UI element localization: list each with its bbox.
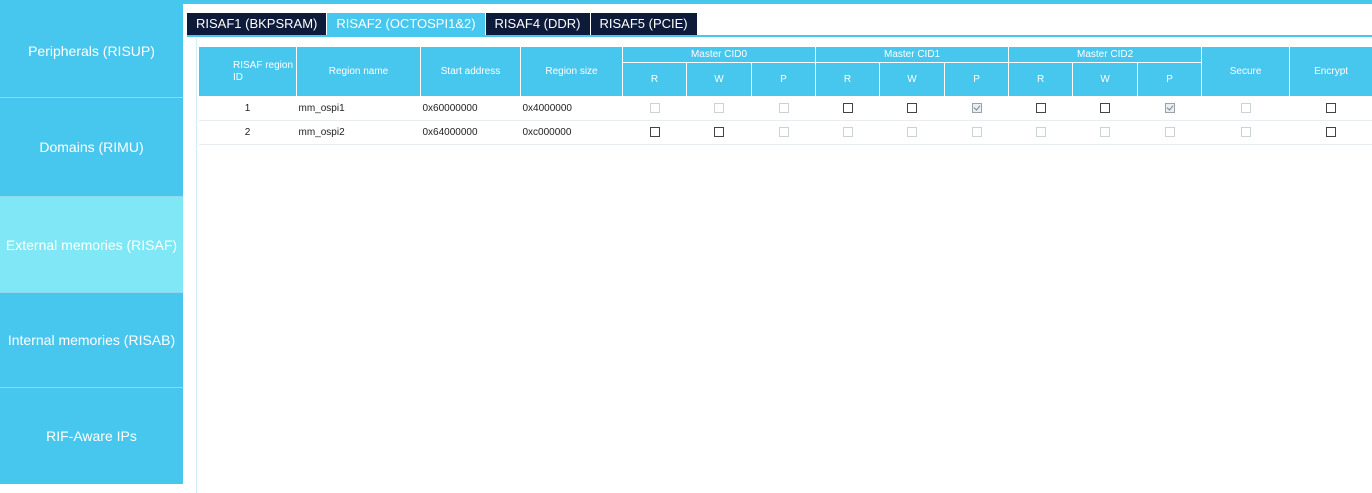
checkbox-cid0-r[interactable] xyxy=(649,127,660,138)
checkbox-secure[interactable] xyxy=(1240,103,1251,114)
checkbox-cid0-r[interactable] xyxy=(649,103,660,114)
checkbox-cid1-p[interactable] xyxy=(971,127,982,138)
tab-risaf5[interactable]: RISAF5 (PCIE) xyxy=(590,13,698,35)
risaf-region-table: RISAF region ID Region name Start addres… xyxy=(198,45,1372,145)
checkbox-cid0-p[interactable] xyxy=(778,127,789,138)
checkbox-cid2-w[interactable] xyxy=(1100,103,1111,114)
table-row: 2 mm_ospi2 0x64000000 0xc000000 xyxy=(198,120,1372,145)
header-cid1-p: P xyxy=(944,62,1010,97)
content-left-border xyxy=(196,38,197,493)
sidebar-item-label: Internal memories (RISAB) xyxy=(7,332,176,348)
header-cid0-r: R xyxy=(622,62,687,97)
checkbox-encrypt[interactable] xyxy=(1326,127,1337,138)
sidebar-item-label: Peripherals (RISUP) xyxy=(28,42,155,59)
header-region-id: RISAF region ID xyxy=(198,46,297,97)
checkbox-cid1-w[interactable] xyxy=(907,127,918,138)
header-cid1-r: R xyxy=(815,62,881,97)
sidebar: Peripherals (RISUP) Domains (RIMU) Exter… xyxy=(0,4,183,493)
checkbox-encrypt[interactable] xyxy=(1326,103,1337,114)
checkbox-cid0-p[interactable] xyxy=(778,103,789,114)
checkbox-cid2-w[interactable] xyxy=(1100,127,1111,138)
header-cid0-w: W xyxy=(686,62,752,97)
header-start-address: Start address xyxy=(420,46,521,97)
cell-start-address: 0x64000000 xyxy=(420,120,521,145)
checkbox-cid2-p[interactable] xyxy=(1164,103,1175,114)
cell-start-address: 0x60000000 xyxy=(420,96,521,121)
top-accent-bar xyxy=(0,0,1372,4)
tab-underline xyxy=(187,35,1372,37)
header-region-name: Region name xyxy=(296,46,421,97)
checkbox-cid2-p[interactable] xyxy=(1164,127,1175,138)
risaf-tab-bar: RISAF1 (BKPSRAM) RISAF2 (OCTOSPI1&2) RIS… xyxy=(187,13,698,35)
sidebar-item-label: Domains (RIMU) xyxy=(39,139,144,155)
checkbox-secure[interactable] xyxy=(1240,127,1251,138)
table-row: 1 mm_ospi1 0x60000000 0x4000000 xyxy=(198,96,1372,121)
checkbox-cid0-w[interactable] xyxy=(714,103,724,114)
checkbox-cid2-r[interactable] xyxy=(1035,127,1046,138)
sidebar-item-rif-aware-ips[interactable]: RIF-Aware IPs xyxy=(0,388,183,484)
header-region-size: Region size xyxy=(520,46,623,97)
cell-region-id: 2 xyxy=(198,120,297,145)
header-master-cid1: Master CID1 xyxy=(815,45,1010,64)
header-encrypt: Encrypt xyxy=(1289,46,1372,97)
sidebar-item-peripherals[interactable]: Peripherals (RISUP) xyxy=(0,4,183,97)
header-secure: Secure xyxy=(1201,46,1291,97)
cell-region-name: mm_ospi1 xyxy=(296,96,421,121)
header-cid0-p: P xyxy=(750,62,817,97)
tab-risaf1[interactable]: RISAF1 (BKPSRAM) xyxy=(187,13,328,35)
cell-region-id: 1 xyxy=(198,96,297,121)
header-cid2-w: W xyxy=(1072,62,1139,97)
sidebar-item-domains[interactable]: Domains (RIMU) xyxy=(0,98,183,196)
header-master-cid0: Master CID0 xyxy=(621,45,817,64)
checkbox-cid1-w[interactable] xyxy=(907,103,918,114)
sidebar-item-internal-memories[interactable]: Internal memories (RISAB) xyxy=(0,293,183,387)
checkbox-cid2-r[interactable] xyxy=(1035,103,1046,114)
sidebar-item-label: RIF-Aware IPs xyxy=(46,428,137,444)
checkbox-cid0-w[interactable] xyxy=(714,127,724,138)
checkbox-cid1-p[interactable] xyxy=(971,103,982,114)
cell-region-size: 0xc000000 xyxy=(520,120,623,145)
checkbox-cid1-r[interactable] xyxy=(842,103,853,114)
tab-risaf2[interactable]: RISAF2 (OCTOSPI1&2) xyxy=(327,13,486,35)
header-cid2-r: R xyxy=(1008,62,1074,97)
cell-region-name: mm_ospi2 xyxy=(296,120,421,145)
tab-risaf4[interactable]: RISAF4 (DDR) xyxy=(485,13,591,35)
cell-region-size: 0x4000000 xyxy=(520,96,623,121)
header-cid1-w: W xyxy=(879,62,946,97)
sidebar-item-label: External memories (RISAF) xyxy=(5,236,178,253)
header-cid2-p: P xyxy=(1137,62,1203,97)
sidebar-item-external-memories[interactable]: External memories (RISAF) xyxy=(0,197,183,292)
header-master-cid2: Master CID2 xyxy=(1008,45,1203,64)
checkbox-cid1-r[interactable] xyxy=(842,127,853,138)
